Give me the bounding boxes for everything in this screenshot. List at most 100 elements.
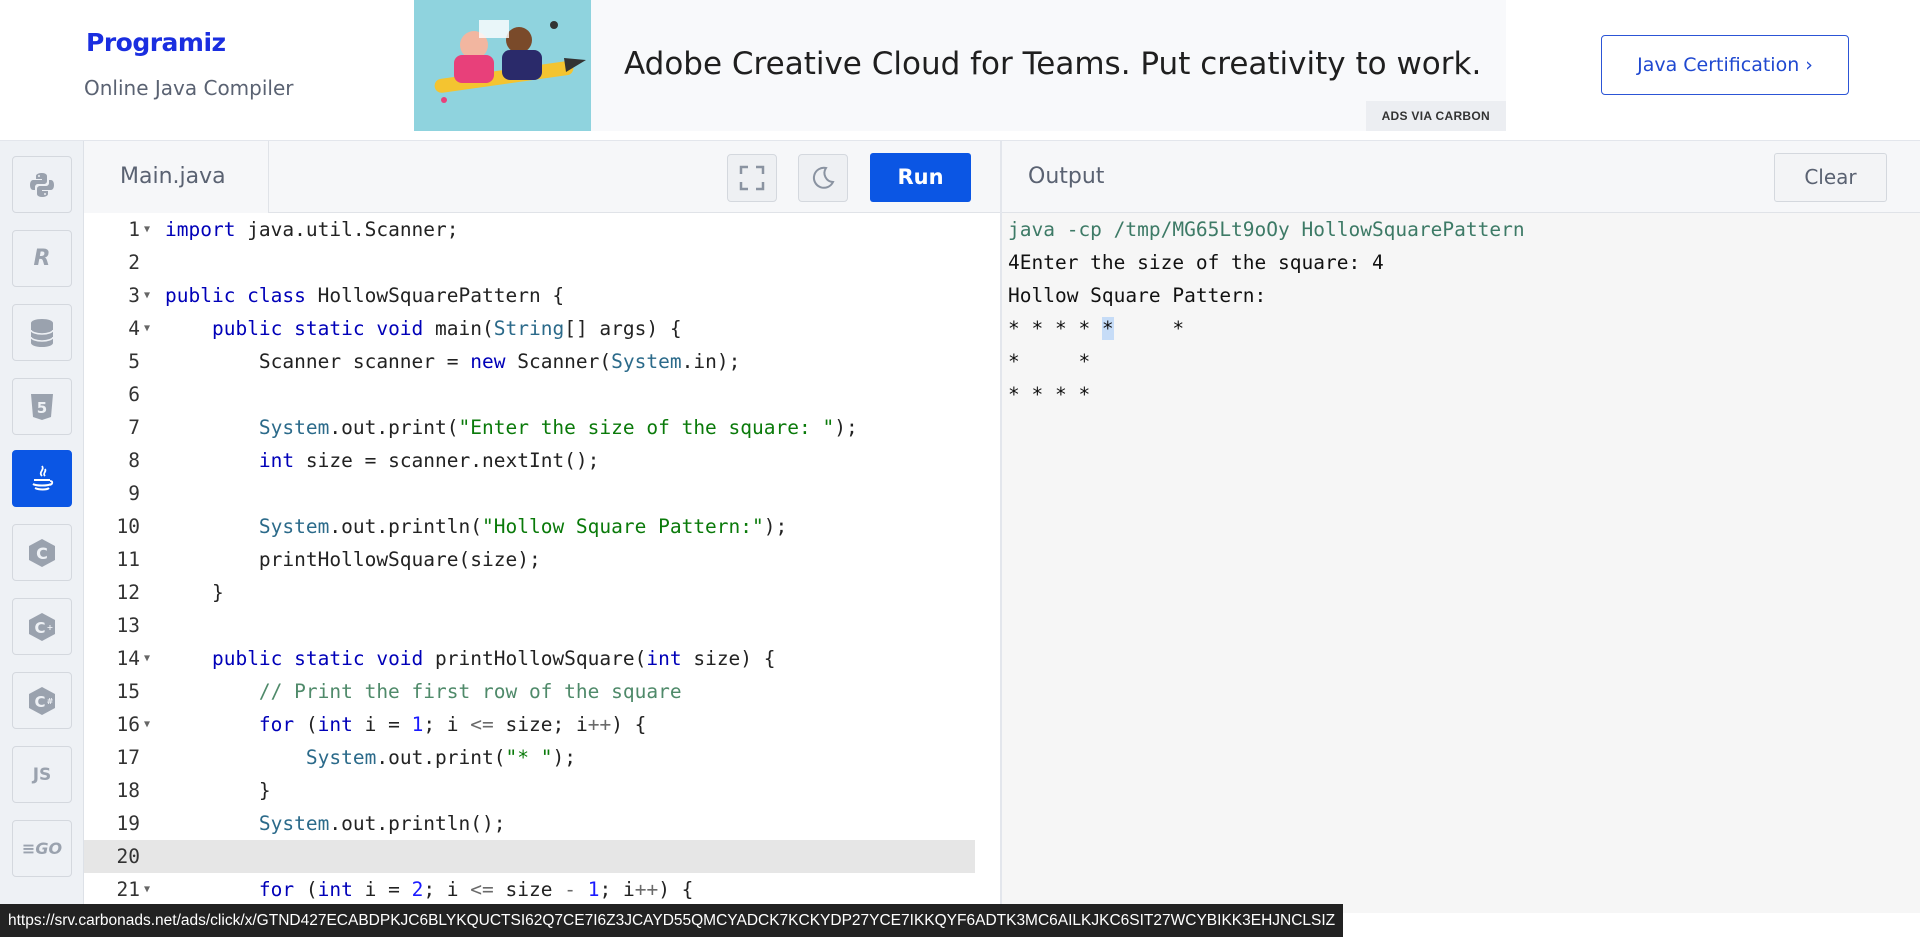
code-text: import java.util.Scanner;	[165, 218, 459, 241]
output-toolbar: Output Clear	[1002, 141, 1920, 213]
output-console[interactable]: java -cp /tmp/MG65Lt9oOy HollowSquarePat…	[1002, 213, 1920, 913]
line-number: 3	[128, 284, 140, 307]
line-number: 9	[128, 482, 140, 505]
code-text: }	[165, 581, 224, 604]
fold-arrow-icon[interactable]: ▼	[144, 642, 150, 675]
code-line[interactable]: 3 ▼ public class HollowSquarePattern {	[84, 279, 975, 312]
line-number: 11	[116, 548, 140, 571]
dark-mode-moon-icon[interactable]	[798, 154, 848, 202]
code-text: int size = scanner.nextInt();	[258, 449, 600, 472]
code-line[interactable]: 16 ▼ for (int i = 1; i <= size; i++) {	[84, 708, 975, 741]
svg-text:#: #	[47, 697, 54, 706]
ad-banner[interactable]: Adobe Creative Cloud for Teams. Put crea…	[414, 0, 1506, 131]
line-number: 7	[128, 416, 140, 439]
output-line: * * * *	[1008, 383, 1091, 406]
code-line[interactable]: 11 printHollowSquare(size);	[84, 543, 975, 576]
svg-text:5: 5	[37, 399, 47, 417]
code-line[interactable]: 15 // Print the first row of the square	[84, 675, 975, 708]
r-icon[interactable]: R	[12, 230, 72, 287]
line-number: 2	[128, 251, 140, 274]
status-bar-url: https://srv.carbonads.net/ads/click/x/GT…	[0, 904, 1344, 937]
line-number: 1	[128, 218, 140, 241]
code-line[interactable]: 6	[84, 378, 975, 411]
csharp-icon[interactable]: C #	[12, 672, 72, 729]
code-text: for (int i = 2; i <= size - 1; i++) {	[258, 878, 694, 901]
python-icon[interactable]	[12, 156, 72, 213]
sql-icon[interactable]	[12, 304, 72, 361]
go-icon[interactable]: ≡GO	[12, 820, 72, 877]
file-tab-main-java[interactable]: Main.java	[84, 141, 269, 213]
line-number: 15	[116, 680, 140, 703]
fullscreen-icon[interactable]	[727, 154, 777, 202]
code-line[interactable]: 2	[84, 246, 975, 279]
code-line[interactable]: 4 ▼ public static void main(String[] args…	[84, 312, 975, 345]
fold-arrow-icon[interactable]: ▼	[144, 708, 150, 741]
line-number: 8	[128, 449, 140, 472]
ad-illustration[interactable]	[414, 0, 591, 131]
page-subtitle: Online Java Compiler	[84, 76, 294, 100]
output-line: Hollow Square Pattern:	[1008, 284, 1267, 307]
language-sidebar: R 5 C C + C # JS ≡GO	[0, 141, 84, 937]
fold-arrow-icon[interactable]: ▼	[144, 213, 150, 246]
cpp-icon[interactable]: C +	[12, 598, 72, 655]
programiz-logo[interactable]: Programiz	[86, 28, 226, 57]
svg-text:C: C	[34, 693, 45, 711]
c-icon[interactable]: C	[12, 524, 72, 581]
line-number: 12	[116, 581, 140, 604]
line-number: 18	[116, 779, 140, 802]
code-text: Scanner scanner = new Scanner(System.in)…	[165, 350, 741, 373]
code-line[interactable]: 14 ▼ public static void printHollowSquare…	[84, 642, 975, 675]
line-number: 14	[116, 647, 140, 670]
output-line: 4Enter the size of the square: 4	[1008, 251, 1384, 274]
code-line[interactable]: 1 ▼ import java.util.Scanner;	[84, 213, 975, 246]
code-text: System.out.println("Hollow Square Patter…	[258, 515, 788, 538]
line-number: 5	[128, 350, 140, 373]
line-number: 20	[116, 845, 140, 868]
output-line: * * * * * *	[1008, 312, 1184, 345]
js-icon[interactable]: JS	[12, 746, 72, 803]
output-text: * * * *	[1008, 317, 1102, 340]
fold-arrow-icon[interactable]: ▼	[144, 279, 150, 312]
code-text: System.out.print("Enter the size of the …	[258, 416, 858, 439]
line-number: 16	[116, 713, 140, 736]
svg-text:+: +	[47, 623, 54, 632]
ad-headline[interactable]: Adobe Creative Cloud for Teams. Put crea…	[624, 46, 1481, 82]
logo-text: Programiz	[86, 28, 226, 57]
code-text: System.out.print("* ");	[305, 746, 576, 769]
line-number: 17	[116, 746, 140, 769]
code-line[interactable]: 13	[84, 609, 975, 642]
code-line[interactable]: 19 System.out.println();	[84, 807, 975, 840]
top-header: Programiz Online Java Compiler Adobe Cre…	[0, 0, 1920, 141]
code-line[interactable]: 18 }	[84, 774, 975, 807]
code-editor[interactable]: 21 ▼ for (int i = 2; i <= size - 1; i++) …	[84, 213, 1001, 937]
code-line[interactable]: 20	[84, 840, 975, 873]
code-text: for (int i = 1; i <= size; i++) {	[258, 713, 647, 736]
code-line[interactable]: 10 System.out.println("Hollow Square Pat…	[84, 510, 975, 543]
code-line[interactable]: 7 System.out.print("Enter the size of th…	[84, 411, 975, 444]
ads-via-carbon[interactable]: ADS VIA CARBON	[1365, 101, 1506, 131]
line-number: 10	[116, 515, 140, 538]
svg-text:C: C	[36, 544, 48, 563]
code-text: // Print the first row of the square	[258, 680, 682, 703]
code-text: public class HollowSquarePattern {	[165, 284, 565, 307]
java-certification-button[interactable]: Java Certification ›	[1601, 35, 1849, 95]
code-line[interactable]: 17 System.out.print("* ");	[84, 741, 975, 774]
fold-arrow-icon[interactable]: ▼	[144, 312, 150, 345]
code-line[interactable]: 5 Scanner scanner = new Scanner(System.i…	[84, 345, 975, 378]
fold-arrow-icon[interactable]: ▼	[144, 873, 150, 906]
code-text: public static void main(String[] args) {	[211, 317, 682, 340]
java-icon[interactable]	[12, 450, 72, 507]
editor-toolbar: Main.java Run	[84, 141, 1001, 213]
code-line[interactable]: 12 }	[84, 576, 975, 609]
code-text: System.out.println();	[258, 812, 506, 835]
code-line[interactable]: 21 ▼ for (int i = 2; i <= size - 1; i++) …	[84, 873, 975, 906]
code-line[interactable]: 8 int size = scanner.nextInt();	[84, 444, 975, 477]
line-number: 6	[128, 383, 140, 406]
clear-button[interactable]: Clear	[1774, 153, 1887, 202]
run-button[interactable]: Run	[870, 153, 971, 202]
html5-icon[interactable]: 5	[12, 378, 72, 435]
line-number: 19	[116, 812, 140, 835]
line-number: 21	[116, 878, 140, 901]
code-line[interactable]: 9	[84, 477, 975, 510]
output-line: * *	[1008, 350, 1091, 373]
